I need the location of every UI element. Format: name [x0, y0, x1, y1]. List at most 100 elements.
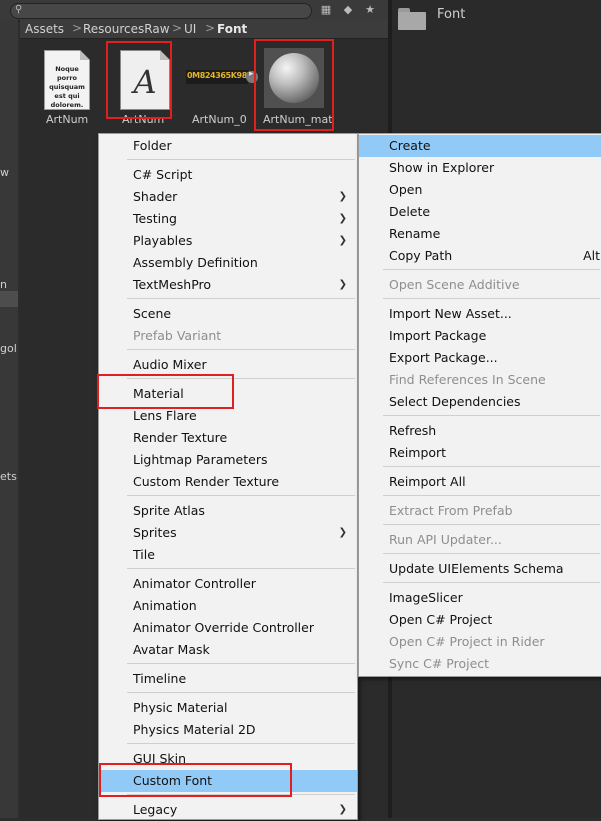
menu-item-timeline[interactable]: Timeline — [99, 668, 357, 690]
menu-separator — [127, 743, 355, 744]
menu-separator — [127, 298, 355, 299]
menu-item-lightmap-parameters[interactable]: Lightmap Parameters — [99, 449, 357, 471]
asset-label: ArtNum_0 — [192, 113, 247, 126]
menu-item-animator-controller[interactable]: Animator Controller — [99, 573, 357, 595]
menu-separator — [127, 159, 355, 160]
menu-item-extract-from-prefab[interactable]: Extract From Prefab — [359, 500, 601, 522]
menu-separator — [383, 553, 600, 554]
folder-icon — [398, 8, 426, 30]
menu-item-open-csharp-project-in-rider[interactable]: Open C# Project in Rider — [359, 631, 601, 653]
folder-tree-selection — [0, 291, 18, 307]
menu-separator — [383, 269, 600, 270]
filter-by-type-icon[interactable]: ▦ — [318, 2, 334, 18]
menu-item-assembly-definition[interactable]: Assembly Definition — [99, 252, 357, 274]
menu-item-textmeshpro[interactable]: TextMeshPro ❯ — [99, 274, 357, 296]
annotation-box-custom-font-item — [99, 763, 292, 797]
font-bitmap-texture-icon[interactable]: 0M824365K987 — [186, 70, 252, 84]
menu-separator — [383, 495, 600, 496]
menu-item-sync-csharp-project[interactable]: Sync C# Project — [359, 653, 601, 675]
breadcrumb: Assets > ResourcesRaw > UI > Font — [20, 20, 388, 39]
menu-item-copy-path[interactable]: Copy Path Alt — [359, 245, 601, 267]
menu-item-custom-render-texture[interactable]: Custom Render Texture — [99, 471, 357, 493]
menu-separator — [383, 582, 600, 583]
menu-item-scene[interactable]: Scene — [99, 303, 357, 325]
annotation-box-font-file — [106, 41, 172, 119]
submenu-arrow-icon: ❯ — [338, 235, 347, 246]
menu-item-sprites[interactable]: Sprites ❯ — [99, 522, 357, 544]
menu-separator — [127, 692, 355, 693]
folder-tree-item[interactable]: w — [0, 166, 9, 179]
menu-item-testing[interactable]: Testing ❯ — [99, 208, 357, 230]
breadcrumb-resourcesraw[interactable]: ResourcesRaw — [83, 22, 170, 36]
menu-item-audio-mixer[interactable]: Audio Mixer — [99, 354, 357, 376]
menu-item-rename[interactable]: Rename — [359, 223, 601, 245]
menu-item-export-package[interactable]: Export Package... — [359, 347, 601, 369]
menu-item-import-new-asset[interactable]: Import New Asset... — [359, 303, 601, 325]
chevron-right-icon: > — [172, 21, 183, 35]
menu-item-open-csharp-project[interactable]: Open C# Project — [359, 609, 601, 631]
folder-tree-panel — [0, 20, 18, 818]
menu-item-prefab-variant[interactable]: Prefab Variant — [99, 325, 357, 347]
submenu-arrow-icon: ❯ — [338, 191, 347, 202]
menu-separator — [127, 663, 355, 664]
submenu-arrow-icon: ❯ — [338, 213, 347, 224]
shortcut-label: Alt — [583, 248, 600, 263]
project-toolbar: ⚲ ▦ ◆ ★ — [0, 0, 390, 21]
create-submenu: Folder C# Script Shader ❯ Testing ❯ Playab… — [98, 133, 358, 820]
selected-folder-label: Font — [437, 7, 466, 22]
menu-item-folder[interactable]: Folder — [99, 135, 357, 157]
folder-tree-item[interactable]: ets — [0, 470, 17, 483]
menu-item-shader[interactable]: Shader ❯ — [99, 186, 357, 208]
breadcrumb-assets[interactable]: Assets — [25, 22, 64, 36]
menu-item-import-package[interactable]: Import Package — [359, 325, 601, 347]
project-context-menu: Create Show in Explorer Open Delete Rena… — [358, 133, 601, 677]
menu-item-refresh[interactable]: Refresh — [359, 420, 601, 442]
breadcrumb-font[interactable]: Font — [217, 22, 247, 36]
menu-item-csharp-script[interactable]: C# Script — [99, 164, 357, 186]
font-bitmap-text: 0M824365K987 — [187, 71, 253, 80]
font-preview-document-icon[interactable]: Noque porro quisquam est qui dolorem. — [44, 50, 90, 110]
menu-item-tile[interactable]: Tile — [99, 544, 357, 566]
menu-item-physic-material[interactable]: Physic Material — [99, 697, 357, 719]
menu-item-playables[interactable]: Playables ❯ — [99, 230, 357, 252]
menu-item-imageslicer[interactable]: ImageSlicer — [359, 587, 601, 609]
submenu-arrow-icon: ❯ — [338, 279, 347, 290]
menu-item-animation[interactable]: Animation — [99, 595, 357, 617]
menu-item-find-references-in-scene[interactable]: Find References In Scene — [359, 369, 601, 391]
menu-item-select-dependencies[interactable]: Select Dependencies — [359, 391, 601, 413]
menu-separator — [127, 349, 355, 350]
folder-tree-item[interactable]: gol — [0, 342, 17, 355]
search-input[interactable]: ⚲ — [10, 3, 312, 19]
menu-item-animator-override-controller[interactable]: Animator Override Controller — [99, 617, 357, 639]
breadcrumb-ui[interactable]: UI — [184, 22, 196, 36]
menu-item-render-texture[interactable]: Render Texture — [99, 427, 357, 449]
menu-item-open-scene-additive[interactable]: Open Scene Additive — [359, 274, 601, 296]
menu-item-create[interactable]: Create — [359, 135, 601, 157]
filter-by-label-icon[interactable]: ◆ — [340, 2, 356, 18]
menu-separator — [383, 524, 600, 525]
menu-item-reimport-all[interactable]: Reimport All — [359, 471, 601, 493]
asset-label: ArtNum — [46, 113, 89, 126]
menu-item-reimport[interactable]: Reimport — [359, 442, 601, 464]
menu-item-show-in-explorer[interactable]: Show in Explorer — [359, 157, 601, 179]
menu-item-run-api-updater[interactable]: Run API Updater... — [359, 529, 601, 551]
annotation-box-material-item — [97, 374, 234, 409]
chevron-right-icon: > — [205, 21, 216, 35]
menu-separator — [383, 415, 600, 416]
submenu-arrow-icon: ❯ — [338, 527, 347, 538]
menu-item-open[interactable]: Open — [359, 179, 601, 201]
menu-separator — [383, 298, 600, 299]
menu-item-update-uielements-schema[interactable]: Update UIElements Schema — [359, 558, 601, 580]
menu-item-sprite-atlas[interactable]: Sprite Atlas — [99, 500, 357, 522]
menu-item-delete[interactable]: Delete — [359, 201, 601, 223]
chevron-right-icon: > — [72, 21, 83, 35]
menu-separator — [127, 495, 355, 496]
folder-tree-item[interactable]: n — [0, 278, 7, 291]
search-icon: ⚲ — [15, 4, 23, 15]
favorite-star-icon[interactable]: ★ — [362, 2, 378, 18]
menu-separator — [383, 466, 600, 467]
menu-item-avatar-mask[interactable]: Avatar Mask — [99, 639, 357, 661]
menu-item-physics-material-2d[interactable]: Physics Material 2D — [99, 719, 357, 741]
font-preview-text: Noque porro quisquam est qui dolorem. — [49, 65, 85, 109]
menu-separator — [127, 568, 355, 569]
